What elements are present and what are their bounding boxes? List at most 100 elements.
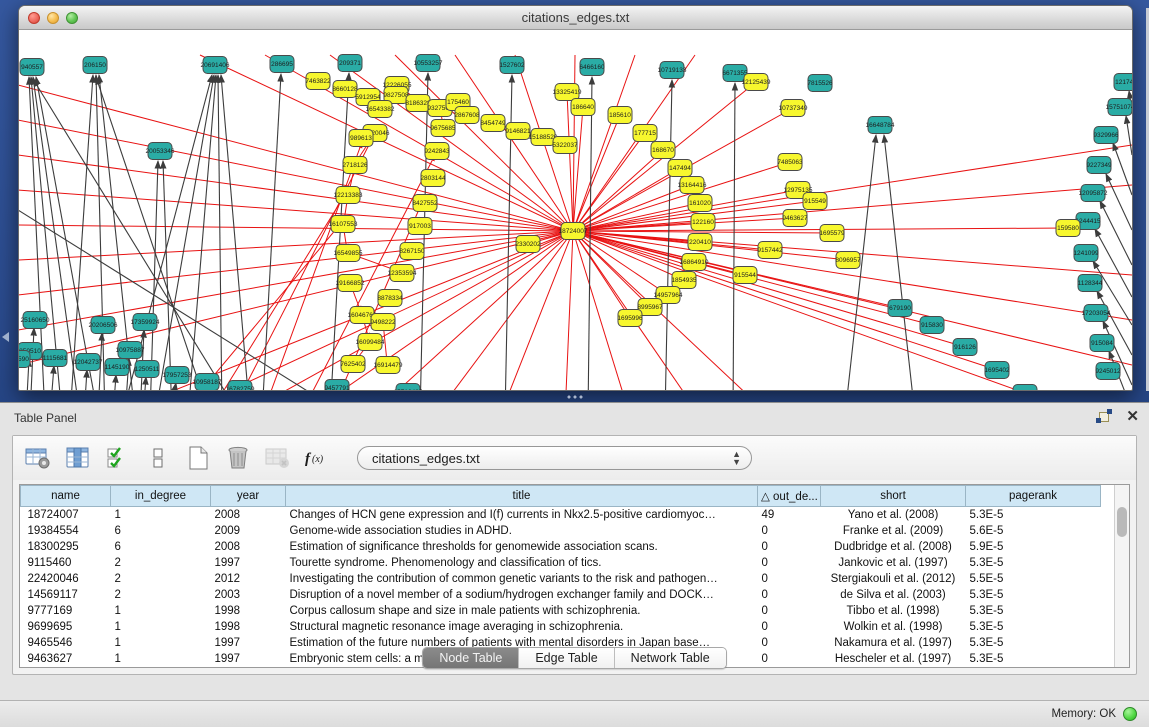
graph-node[interactable]: 16914479 xyxy=(374,357,403,374)
merge-rows-button[interactable] xyxy=(143,443,173,473)
table-cell[interactable]: 0 xyxy=(758,603,821,619)
graph-node[interactable]: 7485063 xyxy=(777,154,803,171)
graph-node[interactable]: 924501 xyxy=(1013,385,1037,391)
graph-node[interactable]: 1854935 xyxy=(671,272,697,289)
table-row[interactable]: 1830029562008Estimation of significance … xyxy=(21,539,1121,555)
table-cell[interactable]: 6 xyxy=(111,523,211,539)
graph-node[interactable]: 2330202 xyxy=(515,236,541,253)
graph-node[interactable]: 9242843 xyxy=(424,143,450,160)
graph-node[interactable]: 8267150 xyxy=(399,243,425,260)
graph-node[interactable]: 1241099 xyxy=(1073,245,1099,262)
network-canvas[interactable]: 9405572061502069140628669520937110553257… xyxy=(19,30,1132,390)
float-panel-icon[interactable] xyxy=(1096,409,1112,425)
graph-node[interactable]: 121745 xyxy=(1114,74,1132,91)
network-frame-titlebar[interactable]: citations_edges.txt xyxy=(19,6,1132,30)
table-cell[interactable]: 9699695 xyxy=(21,619,111,635)
graph-node[interactable]: 915549 xyxy=(803,193,827,210)
table-cell[interactable]: 2 xyxy=(111,571,211,587)
table-cell[interactable]: 0 xyxy=(758,619,821,635)
table-cell[interactable]: Tourette syndrome. Phenomenology and cla… xyxy=(286,555,758,571)
graph-node[interactable]: 17203054 xyxy=(1082,305,1111,322)
graph-node[interactable]: 2718126 xyxy=(342,157,368,174)
graph-node[interactable]: 8096957 xyxy=(835,252,861,269)
graph-node[interactable]: 286695 xyxy=(270,56,294,73)
graph-node[interactable]: 16543382 xyxy=(366,101,395,118)
table-cell[interactable]: 1 xyxy=(111,619,211,635)
table-cell[interactable]: Tibbo et al. (1998) xyxy=(821,603,966,619)
graph-node[interactable]: 147494 xyxy=(668,160,692,177)
graph-node[interactable]: 989613 xyxy=(349,130,373,147)
table-row[interactable]: 911546021997Tourette syndrome. Phenomeno… xyxy=(21,555,1121,571)
tab-node-table[interactable]: Node Table xyxy=(423,648,519,668)
table-cell[interactable]: Disruption of a novel member of a sodium… xyxy=(286,587,758,603)
column-header-short[interactable]: short xyxy=(821,486,966,507)
graph-node[interactable]: 679190 xyxy=(888,300,912,317)
table-cell[interactable]: 49 xyxy=(758,507,821,523)
table-cell[interactable]: 0 xyxy=(758,523,821,539)
graph-node[interactable]: 1145190 xyxy=(105,359,130,376)
graph-node[interactable]: 16099484 xyxy=(356,334,385,351)
graph-node[interactable]: 16864910 xyxy=(680,254,709,271)
table-cell[interactable]: Stergiakouli et al. (2012) xyxy=(821,571,966,587)
table-cell[interactable]: 9777169 xyxy=(21,603,111,619)
tab-network-table[interactable]: Network Table xyxy=(615,648,726,668)
table-cell[interactable]: 2008 xyxy=(211,507,286,523)
graph-node[interactable]: 159580 xyxy=(1056,220,1080,237)
graph-node[interactable]: 15751074 xyxy=(1106,99,1132,116)
graph-node[interactable]: 10737349 xyxy=(779,100,808,117)
graph-node[interactable]: 9675685 xyxy=(430,120,456,137)
graph-node[interactable]: 9227349 xyxy=(1086,157,1112,174)
graph-node[interactable]: 16648784 xyxy=(866,117,895,134)
graph-node[interactable]: 16782759 xyxy=(226,381,255,391)
graph-node[interactable]: 1695402 xyxy=(984,362,1010,379)
table-cell[interactable]: 2008 xyxy=(211,539,286,555)
graph-node[interactable]: 19166852 xyxy=(336,275,365,292)
table-cell[interactable]: 9115460 xyxy=(21,555,111,571)
table-cell[interactable]: de Silva et al. (2003) xyxy=(821,587,966,603)
graph-node[interactable]: 940557 xyxy=(20,59,44,76)
table-cell[interactable]: 1998 xyxy=(211,619,286,635)
table-cell[interactable]: 1 xyxy=(111,603,211,619)
table-cell[interactable]: 5.3E-5 xyxy=(966,587,1101,603)
table-cell[interactable]: Dudbridge et al. (2008) xyxy=(821,539,966,555)
graph-node[interactable]: 10975887 xyxy=(116,342,145,359)
graph-node[interactable]: 1115681 xyxy=(43,350,68,367)
table-cell[interactable]: 2 xyxy=(111,587,211,603)
graph-node[interactable]: 17359924 xyxy=(131,314,160,331)
graph-node[interactable]: 18724007 xyxy=(559,223,588,240)
table-cell[interactable]: 2 xyxy=(111,555,211,571)
table-cell[interactable]: 1997 xyxy=(211,555,286,571)
table-selector-dropdown[interactable]: citations_edges.txt ▲▼ xyxy=(357,446,752,470)
table-cell[interactable]: 18300295 xyxy=(21,539,111,555)
table-cell[interactable]: 5.3E-5 xyxy=(966,507,1101,523)
graph-node[interactable]: 917003 xyxy=(408,218,432,235)
graph-node[interactable]: 12213383 xyxy=(334,187,363,204)
column-header-out_de[interactable]: △ out_de... xyxy=(758,486,821,507)
graph-node[interactable]: 12095872 xyxy=(1079,185,1108,202)
graph-node[interactable]: 20053346 xyxy=(146,143,175,160)
table-cell[interactable]: 5.3E-5 xyxy=(966,619,1101,635)
table-row[interactable]: 1938455462009Genome-wide association stu… xyxy=(21,523,1121,539)
graph-node[interactable]: 15716485 xyxy=(394,384,423,391)
table-cell[interactable]: 6 xyxy=(111,539,211,555)
table-cell[interactable]: Investigating the contribution of common… xyxy=(286,571,758,587)
collapse-panel-arrow-icon[interactable] xyxy=(2,332,9,342)
graph-node[interactable]: 7463822 xyxy=(305,73,331,90)
table-cell[interactable]: 14569117 xyxy=(21,587,111,603)
graph-node[interactable]: 916126 xyxy=(953,339,977,356)
column-settings-button[interactable] xyxy=(63,443,93,473)
graph-node[interactable]: 9157442 xyxy=(757,242,783,259)
table-settings-button[interactable] xyxy=(23,443,53,473)
table-cell[interactable]: Jankovic et al. (1997) xyxy=(821,555,966,571)
graph-node[interactable]: 1527602 xyxy=(499,57,525,74)
graph-node[interactable]: 391590 xyxy=(19,351,30,368)
graph-node[interactable]: 1695996 xyxy=(617,310,643,327)
graph-node[interactable]: 209371 xyxy=(338,55,362,72)
graph-node[interactable]: 9146821 xyxy=(505,123,531,140)
table-row[interactable]: 1872400712008Changes of HCN gene express… xyxy=(21,507,1121,523)
graph-node[interactable]: 12042737 xyxy=(74,354,103,371)
graph-node[interactable]: 7625402 xyxy=(340,356,366,373)
table-cell[interactable]: 0 xyxy=(758,571,821,587)
table-cell[interactable]: Changes of HCN gene expression and I(f) … xyxy=(286,507,758,523)
graph-node[interactable]: 17957253 xyxy=(163,367,192,384)
